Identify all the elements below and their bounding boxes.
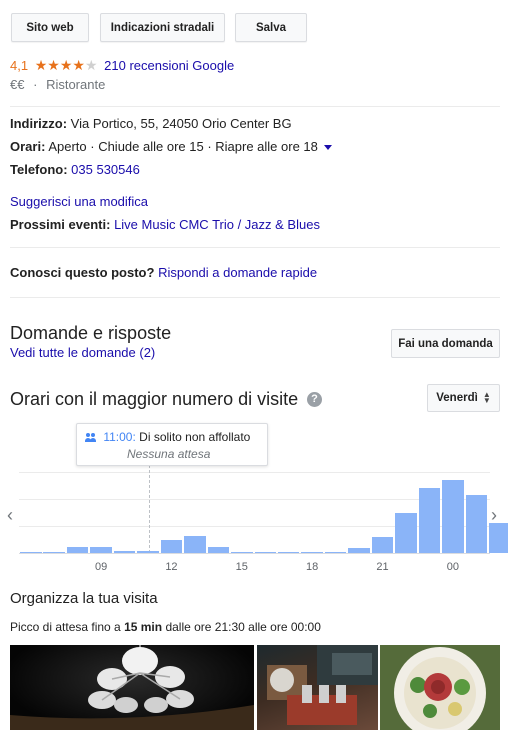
popular-times-title: Orari con il maggior numero di visite: [10, 389, 299, 409]
category-separator: ·: [33, 77, 38, 92]
photo-food[interactable]: [380, 645, 500, 730]
divider: [10, 106, 500, 107]
chart-bar[interactable]: [184, 536, 206, 553]
rating-score: 4,1: [10, 58, 29, 73]
food-image: [380, 645, 500, 730]
chart-bar[interactable]: [113, 550, 136, 553]
events-label: Prossimi eventi:: [10, 217, 111, 232]
place-type: Ristorante: [46, 77, 106, 92]
chart-bar[interactable]: [137, 550, 159, 553]
star-filled-icon: ★: [47, 57, 60, 73]
phone-link[interactable]: 035 530546: [71, 162, 140, 177]
phone-label: Telefono:: [10, 162, 68, 177]
save-button[interactable]: Salva: [235, 13, 307, 42]
chart-bar[interactable]: [418, 488, 441, 553]
chart-bar[interactable]: [90, 546, 112, 553]
hours-status: Aperto: [48, 139, 87, 154]
website-button[interactable]: Sito web: [11, 13, 89, 42]
address-label: Indirizzo:: [10, 116, 68, 131]
qa-link[interactable]: Vedi tutte le domande (2): [10, 345, 155, 360]
plan-visit-title: Organizza la tua visita: [10, 590, 158, 607]
chart-next-button[interactable]: ›: [491, 505, 497, 526]
phone-row: Telefono: 035 530546: [10, 162, 140, 177]
photo-interior[interactable]: [257, 645, 378, 730]
chart-bar[interactable]: [324, 551, 347, 553]
chart-tick-label: 00: [446, 561, 459, 573]
qa-title: Domande e risposte: [10, 323, 172, 343]
rating-row: 4,1 ★★★★★ 210 recensioni Google: [10, 58, 234, 73]
tooltip-text: Di solito non affollato: [139, 430, 251, 444]
popular-times-tooltip: 11:00: Di solito non affollato Nessuna a…: [76, 423, 268, 466]
chart-bar[interactable]: [465, 495, 488, 553]
tooltip-sub: Nessuna attesa: [127, 447, 211, 461]
tooltip-time: 11:00:: [103, 430, 136, 444]
wait-value: 15 min: [124, 620, 163, 634]
chart-bar[interactable]: [231, 551, 253, 553]
day-selector[interactable]: Venerdì ▲ ▼: [427, 384, 500, 412]
chart-bar[interactable]: [442, 480, 464, 553]
chart-bar[interactable]: [20, 551, 42, 553]
events-link[interactable]: Live Music CMC Trio / Jazz & Blues: [114, 217, 320, 232]
chart-bar[interactable]: [301, 551, 323, 553]
chart-tick-label: 12: [165, 561, 178, 573]
chart-tick-label: 21: [376, 561, 389, 573]
chart-tick-label: 15: [235, 561, 248, 573]
chart-bar[interactable]: [160, 540, 183, 553]
current-time-line: [149, 465, 150, 553]
star-filled-icon: ★: [72, 57, 85, 73]
help-icon[interactable]: ?: [307, 392, 322, 407]
tooltip-line: 11:00: Di solito non affollato: [85, 430, 250, 444]
hours-row[interactable]: Orari: Aperto · Chiude alle ore 15 · Ria…: [10, 139, 332, 154]
chart-gridline: [19, 472, 490, 473]
chart-bar[interactable]: [66, 546, 89, 553]
know-place-row: Conosci questo posto? Rispondi a domande…: [10, 265, 317, 280]
know-place-question: Conosci questo posto?: [10, 265, 155, 280]
chart-bar[interactable]: [277, 551, 300, 553]
chart-bar[interactable]: [489, 522, 508, 553]
sort-arrows-icon: ▲ ▼: [482, 390, 491, 405]
category-row: €€ · Ristorante: [10, 77, 105, 92]
chandelier-image: [10, 645, 254, 730]
chart-tick-label: 18: [306, 561, 319, 573]
wait-suffix: dalle ore 21:30 alle ore 00:00: [165, 620, 321, 634]
day-selector-value: Venerdì: [436, 392, 478, 404]
caret-down-icon[interactable]: [323, 145, 332, 151]
interior-image: [267, 645, 378, 725]
suggest-edit-link[interactable]: Suggerisci una modifica: [10, 194, 148, 209]
events-row: Prossimi eventi: Live Music CMC Trio / J…: [10, 217, 320, 232]
chart-baseline: [19, 553, 490, 554]
hours-detail: · Chiude alle ore 15 · Riapre alle ore 1…: [90, 139, 318, 154]
people-icon: [85, 432, 97, 443]
answer-questions-link[interactable]: Rispondi a domande rapide: [158, 265, 317, 280]
divider: [10, 247, 500, 248]
chart-tick-label: 09: [94, 561, 108, 573]
star-filled-icon: ★: [34, 57, 48, 73]
chart-bar[interactable]: [43, 551, 65, 553]
wait-time-row: Picco di attesa fino a 15 min dalle ore …: [10, 620, 321, 634]
reviews-link[interactable]: 210 recensioni Google: [104, 58, 234, 73]
chart-bar[interactable]: [395, 513, 417, 553]
photo-lamp[interactable]: [10, 645, 254, 730]
address-row: Indirizzo: Via Portico, 55, 24050 Orio C…: [10, 116, 292, 131]
hours-label: Orari:: [10, 139, 46, 154]
divider: [10, 297, 500, 298]
chart-bar[interactable]: [207, 547, 230, 553]
wait-prefix: Picco di attesa fino a: [10, 620, 121, 634]
chart-prev-button[interactable]: ‹: [7, 505, 13, 526]
chart-bar[interactable]: [254, 551, 276, 553]
price-level: €€: [10, 77, 25, 92]
star-filled-icon: ★: [59, 57, 73, 73]
rating-stars: ★★★★★: [35, 58, 98, 73]
chart-bar[interactable]: [348, 548, 370, 553]
ask-question-button[interactable]: Fai una domanda: [391, 329, 500, 358]
chart-bar[interactable]: [371, 537, 394, 553]
star-empty-icon: ★: [84, 57, 98, 73]
directions-button[interactable]: Indicazioni stradali: [100, 13, 225, 42]
address-value: Via Portico, 55, 24050 Orio Center BG: [70, 116, 292, 131]
